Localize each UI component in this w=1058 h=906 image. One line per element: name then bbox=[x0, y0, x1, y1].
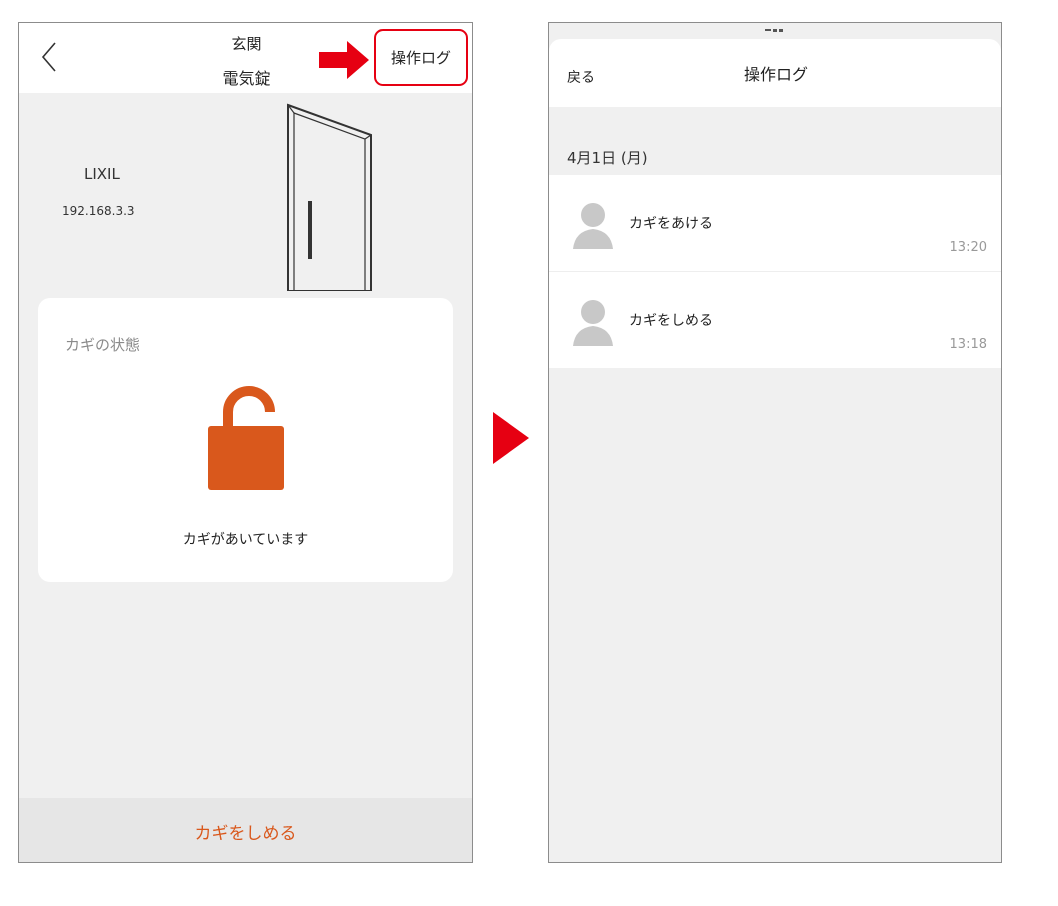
lock-status-title: カギの状態 bbox=[65, 336, 141, 354]
log-list: カギをあける 13:20 カギをしめる 13:18 bbox=[549, 175, 1001, 368]
device-header: 玄関 電気錠 操作ログ bbox=[19, 23, 472, 93]
status-bar-fragment bbox=[765, 29, 783, 32]
device-screen: 玄関 電気錠 操作ログ LIXIL 192.168.3.3 カギの状態 カギがあ… bbox=[18, 22, 473, 863]
log-action-label: カギをあける bbox=[629, 216, 713, 232]
lock-status-text: カギがあいています bbox=[182, 532, 309, 548]
log-header: 戻る 操作ログ bbox=[549, 39, 1001, 107]
operation-log-button[interactable]: 操作ログ bbox=[374, 29, 468, 86]
unlocked-padlock-icon bbox=[208, 386, 284, 490]
lock-action-button[interactable]: カギをしめる bbox=[19, 798, 472, 862]
red-arrow-icon bbox=[319, 41, 369, 79]
log-action-label: カギをしめる bbox=[629, 313, 713, 329]
log-date-header: 4月1日 (月) bbox=[567, 149, 648, 167]
device-maker: LIXIL bbox=[84, 165, 120, 183]
transition-arrow-icon bbox=[493, 412, 529, 464]
door-icon bbox=[287, 103, 372, 291]
log-entry[interactable]: カギをしめる 13:18 bbox=[549, 272, 1001, 368]
operation-log-label: 操作ログ bbox=[390, 49, 451, 67]
lock-action-label: カギをしめる bbox=[194, 823, 297, 844]
operation-log-screen: 戻る 操作ログ 4月1日 (月) カギをあける 13:20 カギをしめる 13:… bbox=[548, 22, 1002, 863]
log-page-title: 操作ログ bbox=[743, 65, 808, 84]
device-ip-address: 192.168.3.3 bbox=[62, 204, 135, 218]
log-time: 13:18 bbox=[949, 337, 987, 352]
user-avatar-icon bbox=[573, 300, 613, 346]
user-avatar-icon bbox=[573, 203, 613, 249]
log-time: 13:20 bbox=[949, 240, 987, 255]
lock-status-card: カギの状態 カギがあいています bbox=[38, 298, 453, 582]
log-entry[interactable]: カギをあける 13:20 bbox=[549, 175, 1001, 272]
